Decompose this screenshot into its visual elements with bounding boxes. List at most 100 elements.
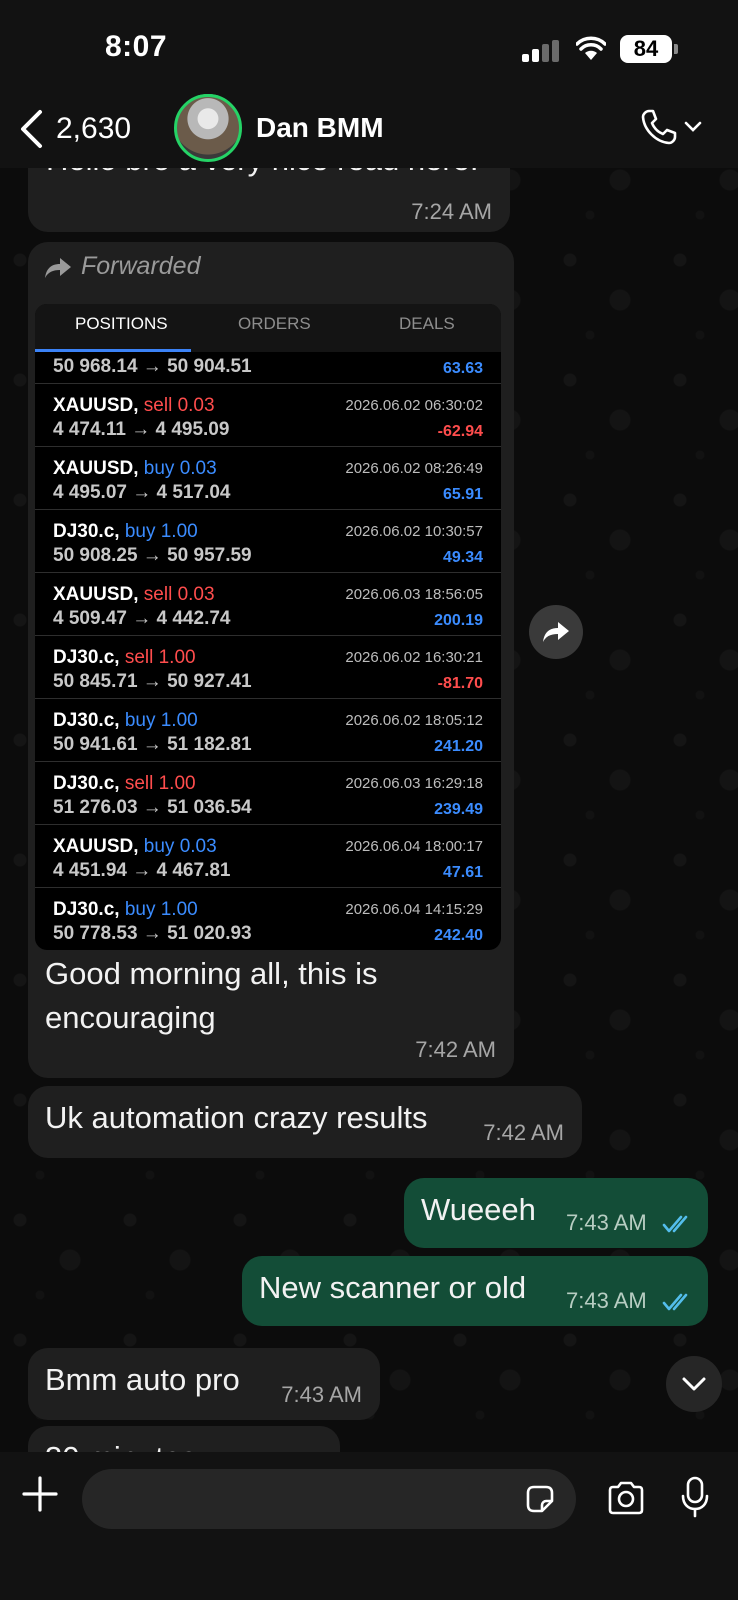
message-time: 7:42 AM: [415, 1037, 496, 1062]
trade-profit: -81.70: [437, 675, 483, 692]
chevron-down-icon: [684, 121, 702, 132]
message-time: 7:43 AM: [281, 1382, 362, 1407]
trade-prices: 50 845.71 → 50 927.41: [53, 671, 252, 692]
message-bubble-incoming[interactable]: Bmm auto pro 7:43 AM: [28, 1348, 380, 1420]
message-text: Wueeeh: [421, 1192, 536, 1227]
message-text: Bmm auto pro: [45, 1362, 240, 1397]
trade-symbol-text: XAUUSD,: [53, 836, 139, 857]
trade-symbol: XAUUSD, sell 0.03: [53, 395, 215, 417]
message-text: Uk automation crazy results: [45, 1100, 428, 1135]
trade-profit: 63.63: [442, 360, 483, 377]
wifi-icon: [576, 36, 606, 60]
message-bubble-incoming[interactable]: Uk automation crazy results 7:42 AM: [28, 1086, 582, 1158]
trade-side: buy 1.00: [124, 521, 198, 542]
status-bar: 8:07 84: [0, 0, 738, 96]
chevron-down-icon: [682, 1377, 706, 1391]
trade-side: sell 1.00: [124, 773, 196, 794]
chevron-left-icon: [21, 110, 42, 148]
message-time: 7:43 AM: [566, 1288, 647, 1313]
trade-row: DJ30.c, buy 1.00 50 908.25 → 50 957.59 202…: [35, 511, 501, 573]
share-arrow-icon: [543, 622, 569, 642]
message-caption: Good morning all, this is encouraging: [45, 956, 378, 1035]
trade-prices: 50 941.61 → 51 182.81: [53, 734, 252, 755]
message-input[interactable]: [82, 1469, 576, 1529]
trade-symbol: DJ30.c, sell 1.00: [53, 773, 196, 795]
microphone-icon[interactable]: [680, 1476, 710, 1518]
trade-side: buy 1.00: [124, 899, 198, 920]
message-time: 7:24 AM: [411, 199, 492, 224]
tab-positions: POSITIONS: [75, 314, 168, 333]
contact-name[interactable]: Dan BMM: [256, 112, 384, 144]
trade-prices: 50 908.25 → 50 957.59: [53, 545, 252, 566]
trade-profit: 200.19: [434, 612, 483, 629]
scroll-to-bottom-button[interactable]: [666, 1356, 722, 1412]
trade-symbol: DJ30.c, buy 1.00: [53, 899, 198, 921]
trade-date: 2026.06.04 18:00:17: [345, 838, 483, 855]
message-bubble-outgoing[interactable]: Wueeeh 7:43 AM: [404, 1178, 708, 1248]
trade-symbol-text: XAUUSD,: [53, 458, 139, 479]
trade-prices: 4 509.47 → 4 442.74: [53, 608, 231, 629]
trade-symbol-text: DJ30.c,: [53, 710, 120, 731]
battery-cap: [674, 44, 678, 54]
trade-history-screenshot[interactable]: POSITIONS ORDERS DEALS DJ30.c, sell 1.00…: [35, 304, 501, 950]
trade-prices: 4 474.11 → 4 495.09: [53, 419, 230, 440]
unread-count: 2,630: [56, 112, 132, 145]
trade-profit: 241.20: [434, 738, 483, 755]
trade-side: sell 1.00: [124, 647, 196, 668]
trade-side: buy 1.00: [124, 710, 198, 731]
trade-symbol: XAUUSD, buy 0.03: [53, 836, 217, 858]
trade-date: 2026.06.03 16:29:18: [345, 775, 483, 792]
trade-profit: 49.34: [442, 549, 483, 566]
tab-orders: ORDERS: [238, 314, 311, 333]
sticker-icon[interactable]: [524, 1483, 556, 1515]
trade-side: buy 0.03: [143, 836, 217, 857]
trade-profit: 242.40: [434, 927, 483, 944]
trade-row: DJ30.c, sell 1.00 50 845.71 → 50 927.41 20…: [35, 637, 501, 699]
trade-row: DJ30.c, buy 1.00 50 778.53 → 51 020.93 202…: [35, 889, 501, 950]
read-receipt-icon: [662, 1215, 688, 1233]
contact-avatar[interactable]: [174, 94, 242, 162]
trade-symbol-text: XAUUSD,: [53, 584, 139, 605]
header-overlay: 2,630 Dan BMM: [0, 94, 738, 168]
camera-icon[interactable]: [606, 1480, 646, 1516]
trade-row: XAUUSD, buy 0.03 4 451.94 → 4 467.81 2026.…: [35, 826, 501, 888]
trade-side: sell 0.03: [143, 584, 215, 605]
trade-date: 2026.06.02 10:30:57: [345, 523, 483, 540]
call-button[interactable]: [640, 108, 702, 146]
active-tab-indicator: [35, 349, 191, 352]
trade-prices: 4 451.94 → 4 467.81: [53, 860, 231, 881]
message-time: 7:43 AM: [566, 1210, 647, 1235]
trade-profit: 47.61: [442, 864, 483, 881]
phone-icon: [641, 109, 677, 145]
battery-indicator: 84: [620, 35, 672, 63]
tab-deals: DEALS: [399, 314, 455, 333]
trade-symbol-text: DJ30.c,: [53, 647, 120, 668]
trade-profit: 65.91: [442, 486, 483, 503]
back-button-overlay[interactable]: 2,630: [18, 104, 131, 154]
status-time: 8:07: [105, 30, 168, 63]
trade-row: DJ30.c, sell 1.00 51 276.03 → 51 036.54 20…: [35, 763, 501, 825]
trade-symbol: DJ30.c, buy 1.00: [53, 521, 198, 543]
trade-symbol-text: DJ30.c,: [53, 773, 120, 794]
trade-date: 2026.06.02 06:30:02: [345, 397, 483, 414]
message-time: 7:42 AM: [483, 1120, 564, 1145]
forwarded-image-message[interactable]: Forwarded POSITIONS ORDERS DEALS DJ30.c,…: [28, 242, 514, 1078]
forwarded-label: Forwarded: [81, 252, 201, 280]
trade-side: buy 0.03: [143, 458, 217, 479]
trade-row: DJ30.c, buy 1.00 50 941.61 → 51 182.81 202…: [35, 700, 501, 762]
trade-date: 2026.06.02 16:30:21: [345, 649, 483, 666]
forward-arrow-icon: [45, 258, 71, 278]
trade-profit: -62.94: [437, 423, 483, 440]
trade-prices: 4 495.07 → 4 517.04: [53, 482, 231, 503]
trade-side: sell 0.03: [143, 395, 215, 416]
trade-symbol: XAUUSD, buy 0.03: [53, 458, 217, 480]
message-bubble-outgoing[interactable]: New scanner or old 7:43 AM: [242, 1256, 708, 1326]
plus-icon[interactable]: [22, 1476, 58, 1512]
trade-date: 2026.06.04 14:15:29: [345, 901, 483, 918]
read-receipt-icon: [662, 1293, 688, 1311]
trade-prices: 51 276.03 → 51 036.54: [53, 797, 252, 818]
trade-prices: 50 968.14 → 50 904.51: [53, 356, 252, 377]
trade-symbol-text: DJ30.c,: [53, 899, 120, 920]
trade-prices: 50 778.53 → 51 020.93: [53, 923, 252, 944]
share-button[interactable]: [529, 605, 583, 659]
